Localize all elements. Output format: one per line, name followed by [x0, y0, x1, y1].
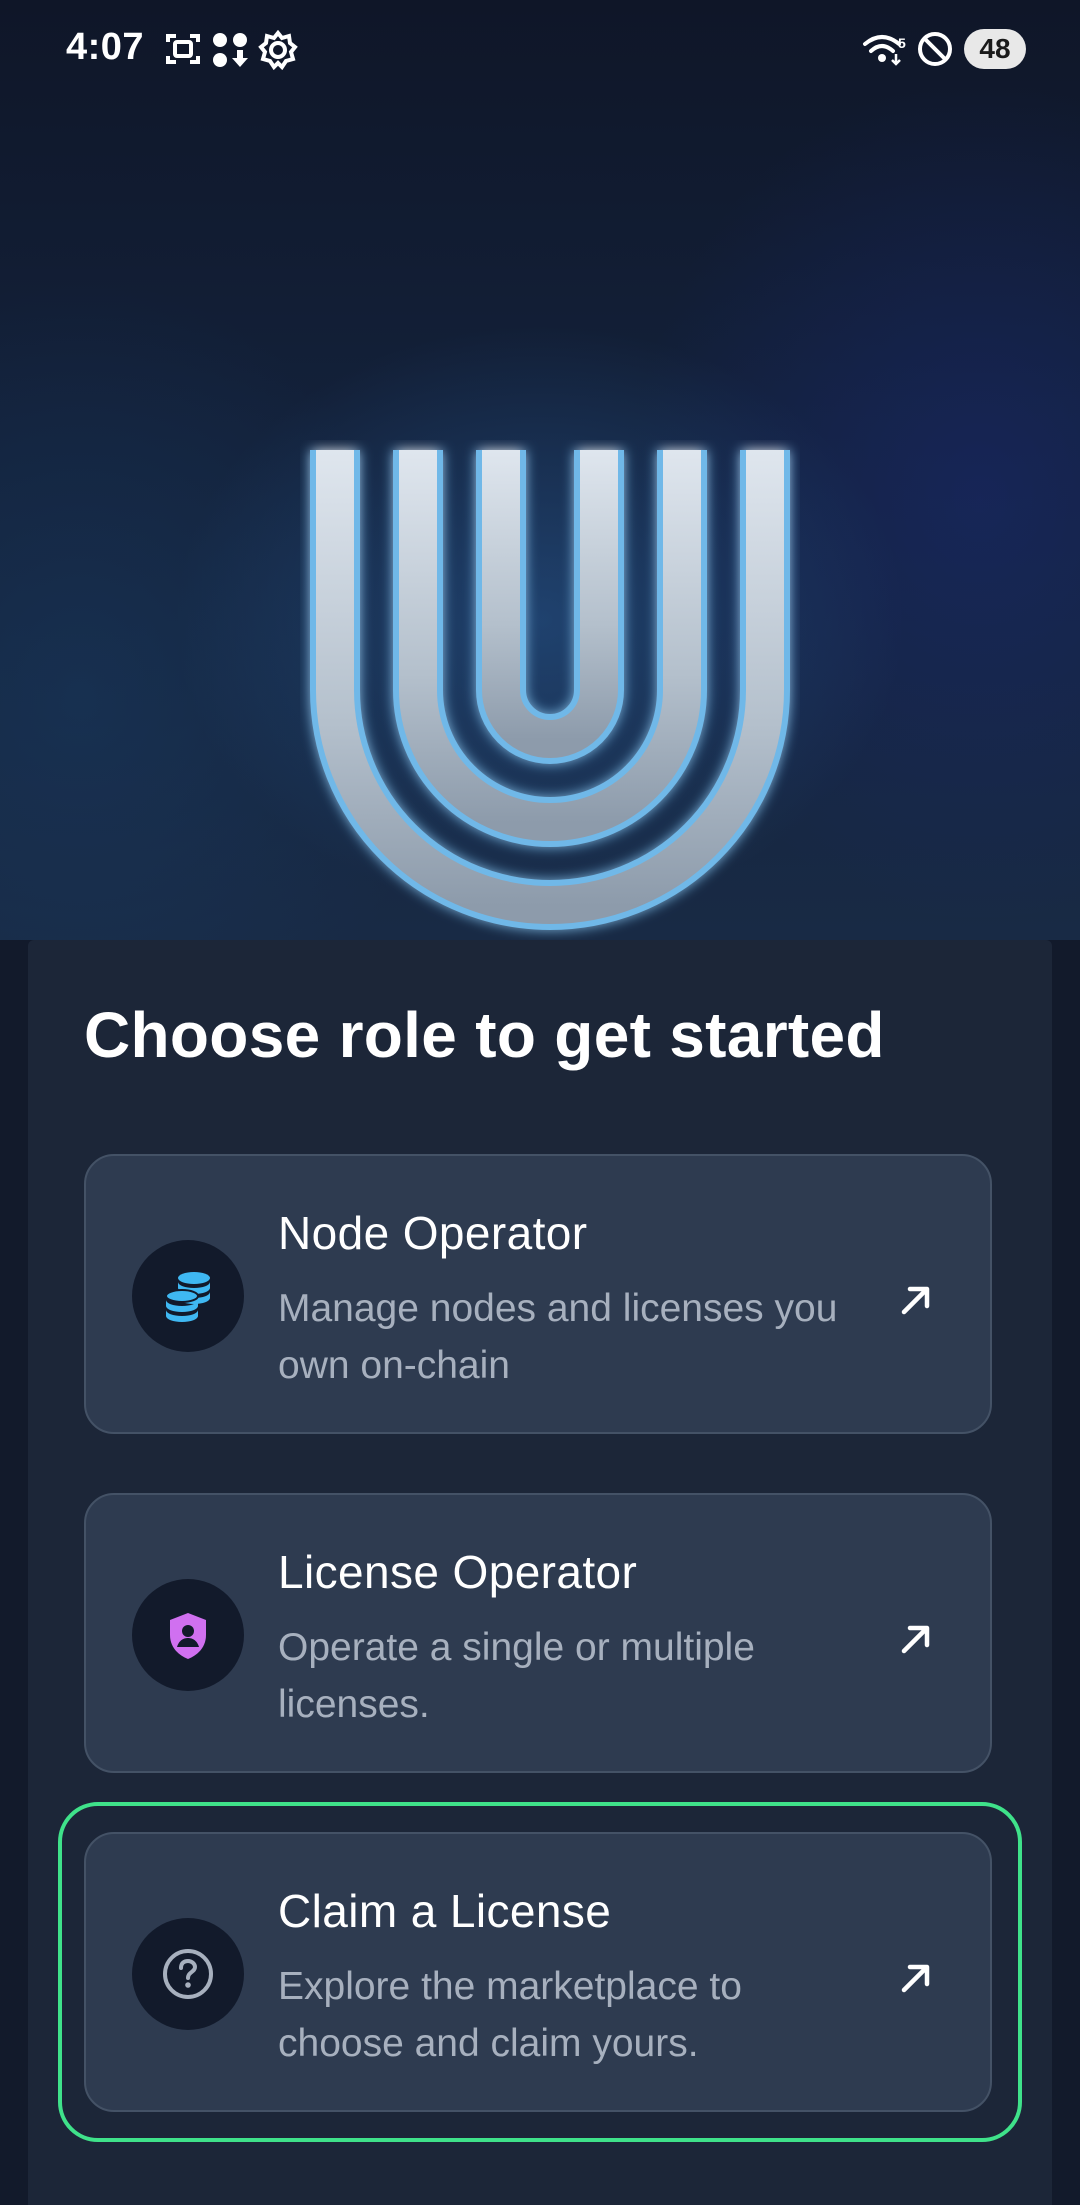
role-description: Manage nodes and licenses you own on-cha…	[278, 1287, 838, 1387]
wifi-icon: 5	[863, 35, 906, 66]
battery-icon: 48	[964, 29, 1026, 69]
page-title: Choose role to get started	[84, 999, 885, 1071]
role-title: Node Operator	[278, 1207, 588, 1259]
role-icon-badge	[132, 1918, 244, 2030]
screenshot-icon	[166, 34, 200, 64]
wifi-label: 5	[898, 35, 906, 51]
role-sheet: Choose role to get started Node Operator…	[28, 940, 1052, 2205]
coins-stack-icon	[165, 1272, 210, 1322]
role-title: Claim a License	[278, 1885, 612, 1937]
role-description: Explore the marketplace to choose and cl…	[278, 1965, 742, 2065]
role-description: Operate a single or multiple licenses.	[278, 1626, 755, 1726]
apps-download-icon	[213, 33, 248, 67]
arrow-up-right-icon	[901, 1964, 930, 1993]
hero-background	[0, 0, 1080, 940]
status-time: 4:07	[66, 26, 145, 68]
shield-user-icon	[170, 1613, 206, 1659]
do-not-disturb-icon	[918, 32, 952, 66]
role-card-claim-license[interactable]: Claim a License Explore the marketplace …	[84, 1832, 992, 2112]
question-circle-icon	[163, 1949, 213, 1999]
role-icon-badge	[132, 1240, 244, 1352]
role-icon-badge	[132, 1579, 244, 1691]
status-bar: 4:07 5 48	[0, 0, 1080, 100]
role-card-node-operator[interactable]: Node Operator Manage nodes and licenses …	[84, 1154, 992, 1434]
settings-icon	[258, 30, 298, 70]
role-title: License Operator	[278, 1546, 638, 1598]
arrow-up-right-icon	[901, 1625, 930, 1654]
role-card-license-operator[interactable]: License Operator Operate a single or mul…	[84, 1493, 992, 1773]
arrow-up-right-icon	[901, 1286, 930, 1315]
u-logo	[310, 450, 790, 930]
